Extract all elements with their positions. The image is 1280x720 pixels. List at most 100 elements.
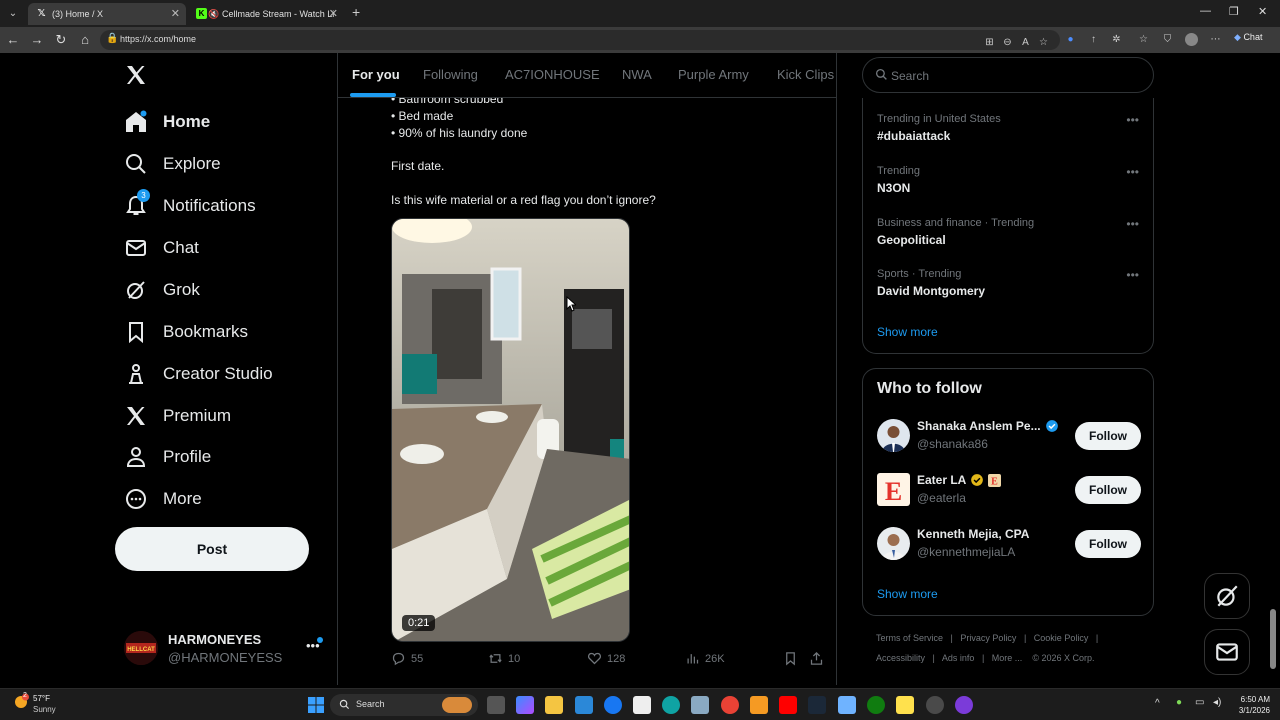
footer-link[interactable]: Ads info xyxy=(942,653,975,663)
new-tab-button[interactable]: + xyxy=(352,4,360,20)
follow-suggestion[interactable]: E Eater LA E @eaterla Follow xyxy=(877,470,1141,510)
copilot-chat-button[interactable]: ◆ Chat xyxy=(1234,32,1262,43)
sidebar-item-home[interactable]: Home xyxy=(124,107,210,137)
app-icon[interactable] xyxy=(926,696,944,714)
muted-speaker-icon[interactable]: 🔇 xyxy=(208,3,219,25)
search-input[interactable]: Search xyxy=(862,57,1154,93)
tab-for-you[interactable]: For you xyxy=(352,67,400,82)
sidebar-item-grok[interactable]: Grok xyxy=(124,275,200,305)
scrollbar-thumb[interactable] xyxy=(1270,609,1276,669)
mic-icon[interactable]: ● xyxy=(1176,697,1182,708)
youtube-icon[interactable] xyxy=(779,696,797,714)
app-available-icon[interactable]: ⊞ xyxy=(983,36,996,49)
edge-icon[interactable] xyxy=(662,696,680,714)
browser-essentials-icon[interactable]: ⛉ xyxy=(1161,33,1174,46)
footer-link[interactable]: Privacy Policy xyxy=(960,633,1016,643)
x-logo-icon[interactable] xyxy=(124,63,148,87)
forward-icon[interactable]: → xyxy=(29,32,45,48)
share-button[interactable] xyxy=(809,651,829,666)
tab-actions-menu[interactable]: ⌄ xyxy=(4,5,22,22)
sidebar-item-chat[interactable]: Chat xyxy=(124,233,199,263)
sidebar-item-explore[interactable]: Explore xyxy=(124,149,221,179)
amazon-icon[interactable] xyxy=(633,696,651,714)
zoom-icon[interactable]: ⊖ xyxy=(1001,36,1014,49)
home-browser-icon[interactable]: ⌂ xyxy=(77,32,93,48)
post-button[interactable]: Post xyxy=(115,527,309,571)
url-field[interactable]: 🔒 https://x.com/home ⊞ ⊖ A ☆ xyxy=(100,30,1060,50)
system-clock[interactable]: 6:50 AM 3/1/2026 xyxy=(1232,694,1270,716)
follow-suggestion[interactable]: Kenneth Mejia, CPA @kennethmejiaLA Follo… xyxy=(877,524,1141,564)
close-tab-icon[interactable]: ✕ xyxy=(171,3,180,25)
extensions-icon[interactable]: ✲ xyxy=(1110,33,1123,46)
chrome-icon[interactable] xyxy=(721,696,739,714)
file-explorer-icon[interactable] xyxy=(545,696,563,714)
reply-button[interactable]: 55 xyxy=(391,651,423,666)
footer-link[interactable]: More ... xyxy=(992,653,1023,663)
windows-start-icon[interactable] xyxy=(307,696,325,714)
browser-tab-stream[interactable]: K 🔇 Cellmade Stream - Watch Li ✕ xyxy=(188,3,344,25)
messages-floating-button[interactable] xyxy=(1204,629,1250,675)
task-view-icon[interactable] xyxy=(487,696,505,714)
sidebar-item-notifications[interactable]: 3 Notifications xyxy=(124,189,256,221)
volume-icon[interactable]: ◂) xyxy=(1213,697,1221,708)
sidebar-item-bookmarks[interactable]: Bookmarks xyxy=(124,317,248,347)
steam-icon[interactable] xyxy=(808,696,826,714)
minimize-icon[interactable]: — xyxy=(1200,5,1211,17)
follow-button[interactable]: Follow xyxy=(1075,476,1141,504)
favorites-icon[interactable]: ☆ xyxy=(1137,33,1150,46)
trend-item[interactable]: Trending N3ON ••• xyxy=(877,165,1139,201)
weather-widget[interactable]: 2 57°F Sunny xyxy=(12,692,56,716)
back-icon[interactable]: ← xyxy=(5,32,21,48)
follow-button[interactable]: Follow xyxy=(1075,530,1141,558)
microsoft-store-icon[interactable] xyxy=(575,696,593,714)
extension-icon[interactable]: ↑ xyxy=(1087,33,1100,46)
close-window-icon[interactable]: ✕ xyxy=(1258,5,1267,18)
app-icon[interactable] xyxy=(955,696,973,714)
xbox-icon[interactable] xyxy=(867,696,885,714)
repost-button[interactable]: 10 xyxy=(488,651,520,666)
app-icon[interactable] xyxy=(896,696,914,714)
tab-following[interactable]: Following xyxy=(423,67,478,82)
sidebar-item-profile[interactable]: Profile xyxy=(124,442,211,472)
show-hidden-icons[interactable]: ^ xyxy=(1155,698,1160,709)
tab-kick-clips[interactable]: Kick Clips xyxy=(777,67,834,82)
post-video[interactable]: 0:21 xyxy=(391,218,630,642)
profile-avatar-icon[interactable] xyxy=(1185,33,1198,46)
like-button[interactable]: 128 xyxy=(587,651,625,666)
read-aloud-icon[interactable]: A xyxy=(1019,36,1032,49)
follow-suggestion[interactable]: Shanaka Anslem Pe... @shanaka86 Follow xyxy=(877,416,1141,456)
trend-more-icon[interactable]: ••• xyxy=(1126,268,1139,282)
sidebar-item-more[interactable]: More xyxy=(124,484,202,514)
app-icon[interactable] xyxy=(838,696,856,714)
trend-item[interactable]: Trending in United States #dubaiattack •… xyxy=(877,113,1139,149)
bookmark-post-button[interactable] xyxy=(783,651,803,666)
close-tab-icon[interactable]: ✕ xyxy=(329,3,338,25)
trend-item[interactable]: Sports · Trending David Montgomery ••• xyxy=(877,268,1139,304)
trend-item[interactable]: Business and finance · Trending Geopolit… xyxy=(877,217,1139,253)
tab-ac7ionhouse[interactable]: AC7IONHOUSE xyxy=(505,67,600,82)
views-button[interactable]: 26K xyxy=(685,651,725,666)
tab-purple-army[interactable]: Purple Army xyxy=(678,67,749,82)
maximize-icon[interactable]: ❐ xyxy=(1229,5,1239,18)
refresh-icon[interactable]: ↻ xyxy=(53,32,69,48)
sidebar-item-premium[interactable]: Premium xyxy=(124,401,231,431)
trend-more-icon[interactable]: ••• xyxy=(1126,217,1139,231)
taskbar-search[interactable]: Search xyxy=(330,694,478,716)
copilot-taskbar-icon[interactable] xyxy=(516,696,534,714)
settings-more-icon[interactable]: ⋯ xyxy=(1209,33,1222,46)
footer-link[interactable]: Accessibility xyxy=(876,653,925,663)
follow-button[interactable]: Follow xyxy=(1075,422,1141,450)
page-scrollbar[interactable] xyxy=(1268,53,1278,685)
grok-floating-button[interactable] xyxy=(1204,573,1250,619)
app-icon[interactable] xyxy=(750,696,768,714)
facebook-icon[interactable] xyxy=(604,696,622,714)
trend-more-icon[interactable]: ••• xyxy=(1126,113,1139,127)
account-switcher[interactable]: HELLCAT HARMONEYES @HARMONEYESS ••• xyxy=(122,628,332,668)
footer-link[interactable]: Terms of Service xyxy=(876,633,943,643)
favorite-star-icon[interactable]: ☆ xyxy=(1037,36,1050,49)
sidebar-item-creator-studio[interactable]: Creator Studio xyxy=(124,359,273,389)
tab-nwa[interactable]: NWA xyxy=(622,67,652,82)
extension-icon[interactable]: ● xyxy=(1064,33,1077,46)
browser-tab-home[interactable]: 𝕏 (3) Home / X ✕ xyxy=(28,3,186,25)
follow-show-more-link[interactable]: Show more xyxy=(877,587,938,601)
